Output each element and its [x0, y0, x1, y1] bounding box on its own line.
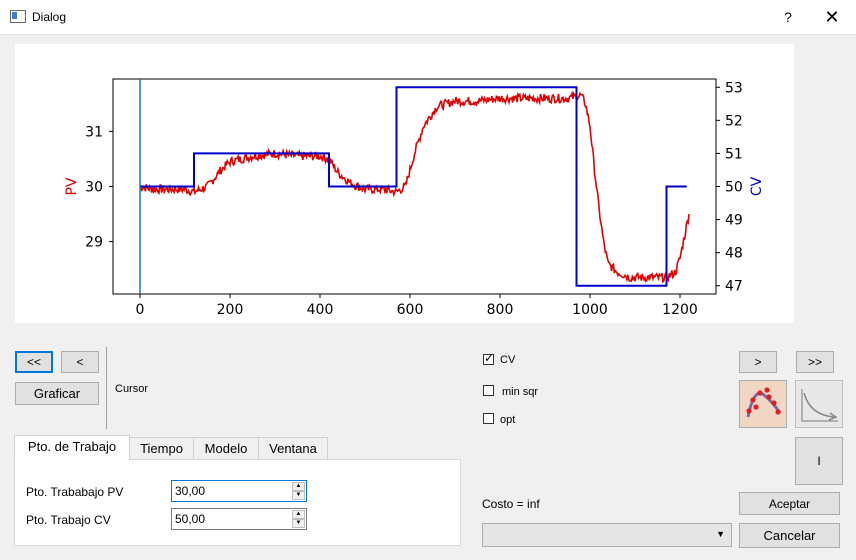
cv-checkbox[interactable]: ✓	[483, 351, 495, 365]
cv-checkbox-label: CV	[500, 354, 516, 366]
pto-trabajo-pv-label: Pto. Trababajo PV	[26, 485, 124, 499]
window-title: Dialog	[32, 10, 67, 24]
x-tick-label: 200	[217, 302, 244, 318]
tab-modelo[interactable]: Modelo	[193, 437, 259, 459]
curve-fit-tool-button[interactable]	[739, 380, 787, 428]
pto-trabajo-pv-spinbox[interactable]: 30,00 ▲ ▼	[171, 480, 307, 502]
y-right-tick-label: 48	[725, 246, 743, 262]
spin-down-icon[interactable]: ▼	[292, 519, 305, 528]
help-button[interactable]: ?	[778, 6, 798, 28]
separator	[106, 347, 107, 429]
x-tick-label: 800	[487, 302, 514, 318]
pv-series-line	[139, 90, 690, 284]
y-right-tick-label: 53	[725, 80, 743, 96]
next-button[interactable]: >	[739, 351, 777, 373]
window-icon	[10, 10, 26, 23]
check-mark-icon: ✓	[484, 351, 495, 365]
cursor-label: Cursor	[115, 383, 149, 395]
pto-trabajo-cv-label: Pto. Trabajo CV	[26, 513, 111, 527]
costo-label: Costo = inf	[482, 497, 540, 511]
tab-pto-de-trabajo[interactable]: Pto. de Trabajo	[14, 435, 130, 460]
y-left-tick-label: 29	[85, 235, 103, 251]
decay-tool-button[interactable]	[795, 380, 843, 428]
x-tick-label: 1000	[572, 302, 608, 318]
decay-curve-icon	[801, 389, 838, 422]
y-right-axis-label: CV	[749, 176, 765, 196]
first-button[interactable]: <<	[15, 351, 53, 373]
x-tick-label: 400	[307, 302, 334, 318]
close-button[interactable]: ✕	[820, 5, 844, 29]
x-tick-label: 600	[397, 302, 424, 318]
y-right-tick-label: 50	[725, 180, 743, 196]
cancelar-button[interactable]: Cancelar	[739, 523, 840, 548]
x-tick-label: 1200	[662, 302, 698, 318]
chevron-down-icon: ▼	[716, 529, 725, 539]
chart[interactable]: 0 200 400 600 800 1000 1200 29 30 31 47 48 49 50 51 52 5…	[15, 44, 794, 323]
spin-down-icon[interactable]: ▼	[292, 491, 305, 500]
y-right-tick-label: 51	[725, 146, 743, 162]
y-left-tick-label: 30	[85, 180, 103, 196]
i-button[interactable]: I	[795, 437, 843, 485]
y-left-tick-label: 31	[85, 124, 103, 140]
cv-series-line	[140, 86, 687, 287]
y-right-tick-label: 49	[725, 213, 743, 229]
graficar-button[interactable]: Graficar	[15, 382, 99, 405]
x-tick-label: 0	[136, 302, 145, 318]
tab-panel: Pto. Trababajo PV 30,00 ▲ ▼ Pto. Trabajo…	[14, 459, 461, 546]
title-bar: Dialog ? ✕	[0, 0, 856, 35]
min-sqr-checkbox[interactable]	[483, 385, 494, 396]
curve-fit-icon	[746, 387, 782, 418]
prev-button[interactable]: <	[61, 351, 99, 373]
min-sqr-checkbox-label: min sqr	[502, 386, 539, 398]
pto-trabajo-pv-value: 30,00	[175, 484, 206, 498]
y-left-axis-label: PV	[64, 177, 80, 195]
combo-box[interactable]: ▼	[482, 523, 732, 547]
spin-up-icon[interactable]: ▲	[292, 510, 305, 519]
y-right-tick-label: 52	[725, 113, 743, 129]
tab-tiempo[interactable]: Tiempo	[129, 437, 194, 459]
tab-ventana[interactable]: Ventana	[258, 437, 328, 459]
pto-trabajo-cv-spinbox[interactable]: 50,00 ▲ ▼	[171, 508, 307, 530]
last-button[interactable]: >>	[796, 351, 834, 373]
opt-checkbox[interactable]	[483, 413, 494, 424]
aceptar-button[interactable]: Aceptar	[739, 492, 840, 515]
plot-panel: 0 200 400 600 800 1000 1200 29 30 31 47 48 49 50 51 52 5…	[15, 44, 794, 323]
y-right-tick-label: 47	[725, 279, 743, 295]
spin-up-icon[interactable]: ▲	[292, 482, 305, 491]
opt-checkbox-label: opt	[500, 414, 516, 426]
pto-trabajo-cv-value: 50,00	[175, 512, 206, 526]
